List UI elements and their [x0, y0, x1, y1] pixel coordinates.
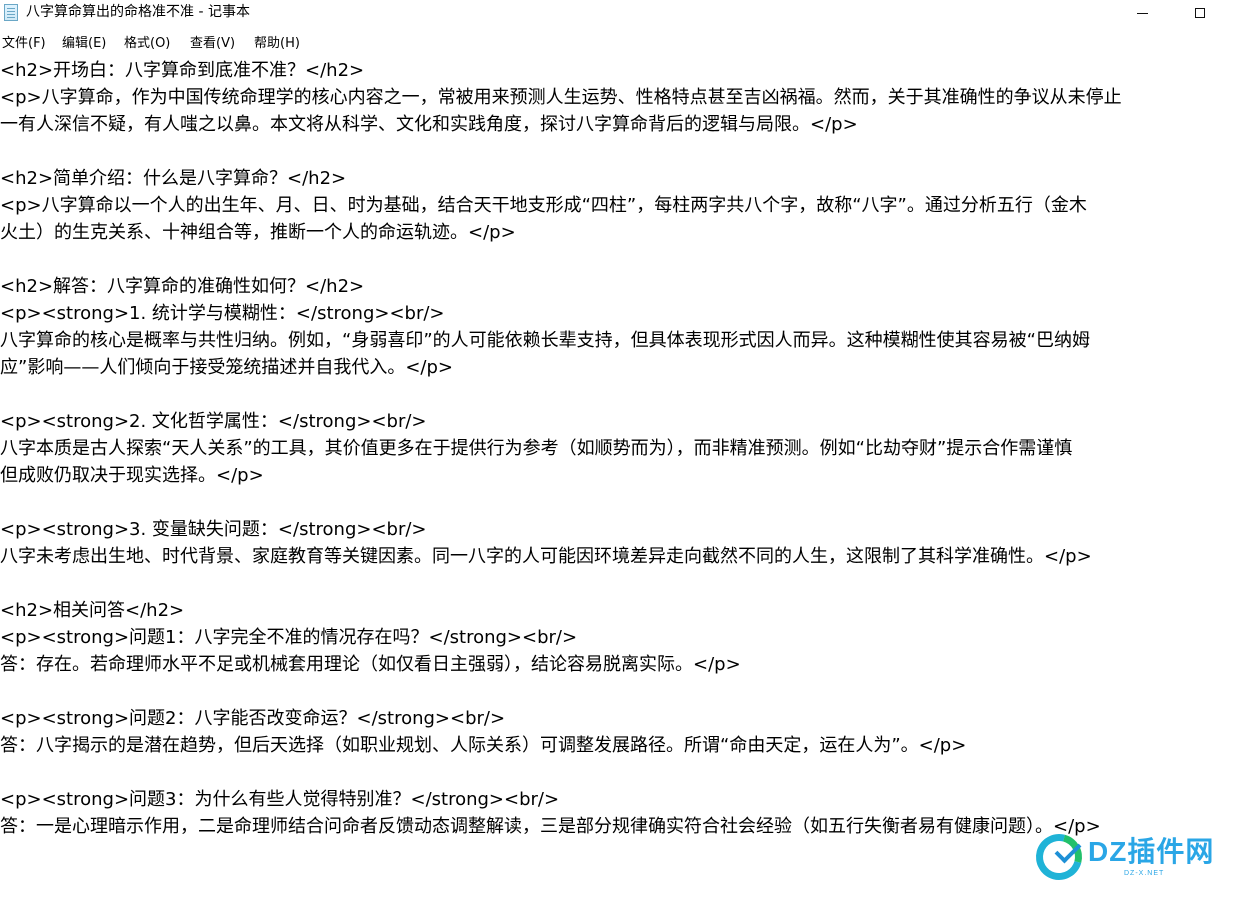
- title-bar: 八字算命算出的命格准不准 - 记事本: [0, 0, 1233, 26]
- maximize-button[interactable]: [1177, 0, 1223, 26]
- editor-line: 八字算命的核心是概率与共性归纳。例如，“身弱喜印”的人可能依赖长辈支持，但具体表…: [0, 330, 1090, 351]
- menu-view[interactable]: 查看(V): [188, 34, 237, 54]
- watermark-subtext: DZ-X.NET: [1124, 870, 1165, 877]
- menu-file[interactable]: 文件(F): [0, 34, 48, 54]
- minimize-icon: [1136, 12, 1148, 14]
- editor-line: <p><strong>问题2：八字能否改变命运？</strong><br/>: [0, 708, 506, 729]
- watermark-text: DZ插件网: [1088, 836, 1215, 867]
- editor-line: 答：一是心理暗示作用，二是命理师结合问命者反馈动态调整解读，三是部分规律确实符合…: [0, 816, 1101, 837]
- editor-line: <p><strong>2. 文化哲学属性：</strong><br/>: [0, 411, 427, 432]
- editor-line: 应”影响——人们倾向于接受笼统描述并自我代入。</p>: [0, 357, 453, 378]
- menu-help[interactable]: 帮助(H): [252, 34, 302, 54]
- editor-line: <h2>解答：八字算命的准确性如何？</h2>: [0, 276, 365, 297]
- menu-format[interactable]: 格式(O): [122, 34, 172, 54]
- menu-edit[interactable]: 编辑(E): [60, 34, 108, 54]
- editor-line: 八字本质是古人探索“天人关系”的工具，其价值更多在于提供行为参考（如顺势而为），…: [0, 438, 1073, 459]
- window-title: 八字算命算出的命格准不准 - 记事本: [26, 4, 250, 20]
- minimize-button[interactable]: [1119, 0, 1165, 26]
- editor-line: <p><strong>1. 统计学与模糊性：</strong><br/>: [0, 303, 445, 324]
- maximize-icon: [1195, 8, 1205, 18]
- editor-line: <h2>相关问答</h2>: [0, 600, 185, 621]
- editor-line: <p>八字算命以一个人的出生年、月、日、时为基础，结合天干地支形成“四柱”，每柱…: [0, 195, 1087, 216]
- editor-line: 火土）的生克关系、十神组合等，推断一个人的命运轨迹。</p>: [0, 222, 516, 243]
- editor-line: <h2>开场白：八字算命到底准不准？</h2>: [0, 60, 365, 81]
- text-editor[interactable]: <h2>开场白：八字算命到底准不准？</h2> <p>八字算命，作为中国传统命理…: [0, 57, 1233, 899]
- menu-bar: 文件(F) 编辑(E) 格式(O) 查看(V) 帮助(H): [0, 34, 1233, 54]
- watermark: DZ插件网 DZ-X.NET: [1027, 825, 1228, 889]
- editor-line: <h2>简单介绍：什么是八字算命？</h2>: [0, 168, 347, 189]
- editor-line: 一有人深信不疑，有人嗤之以鼻。本文将从科学、文化和实践角度，探讨八字算命背后的逻…: [0, 114, 858, 135]
- editor-line: <p><strong>问题1：八字完全不准的情况存在吗？</strong><br…: [0, 627, 578, 648]
- editor-line: <p>八字算命，作为中国传统命理学的核心内容之一，常被用来预测人生运势、性格特点…: [0, 87, 1122, 108]
- editor-line: 答：存在。若命理师水平不足或机械套用理论（如仅看日主强弱），结论容易脱离实际。<…: [0, 654, 741, 675]
- editor-line: 八字未考虑出生地、时代背景、家庭教育等关键因素。同一八字的人可能因环境差异走向截…: [0, 546, 1092, 567]
- editor-line: 但成败仍取决于现实选择。</p>: [0, 465, 264, 486]
- editor-line: <p><strong>3. 变量缺失问题：</strong><br/>: [0, 519, 427, 540]
- editor-line: <p><strong>问题3：为什么有些人觉得特别准？</strong><br/…: [0, 789, 560, 810]
- editor-line: 答：八字揭示的是潜在趋势，但后天选择（如职业规划、人际关系）可调整发展路径。所谓…: [0, 735, 967, 756]
- notepad-icon: [4, 4, 18, 21]
